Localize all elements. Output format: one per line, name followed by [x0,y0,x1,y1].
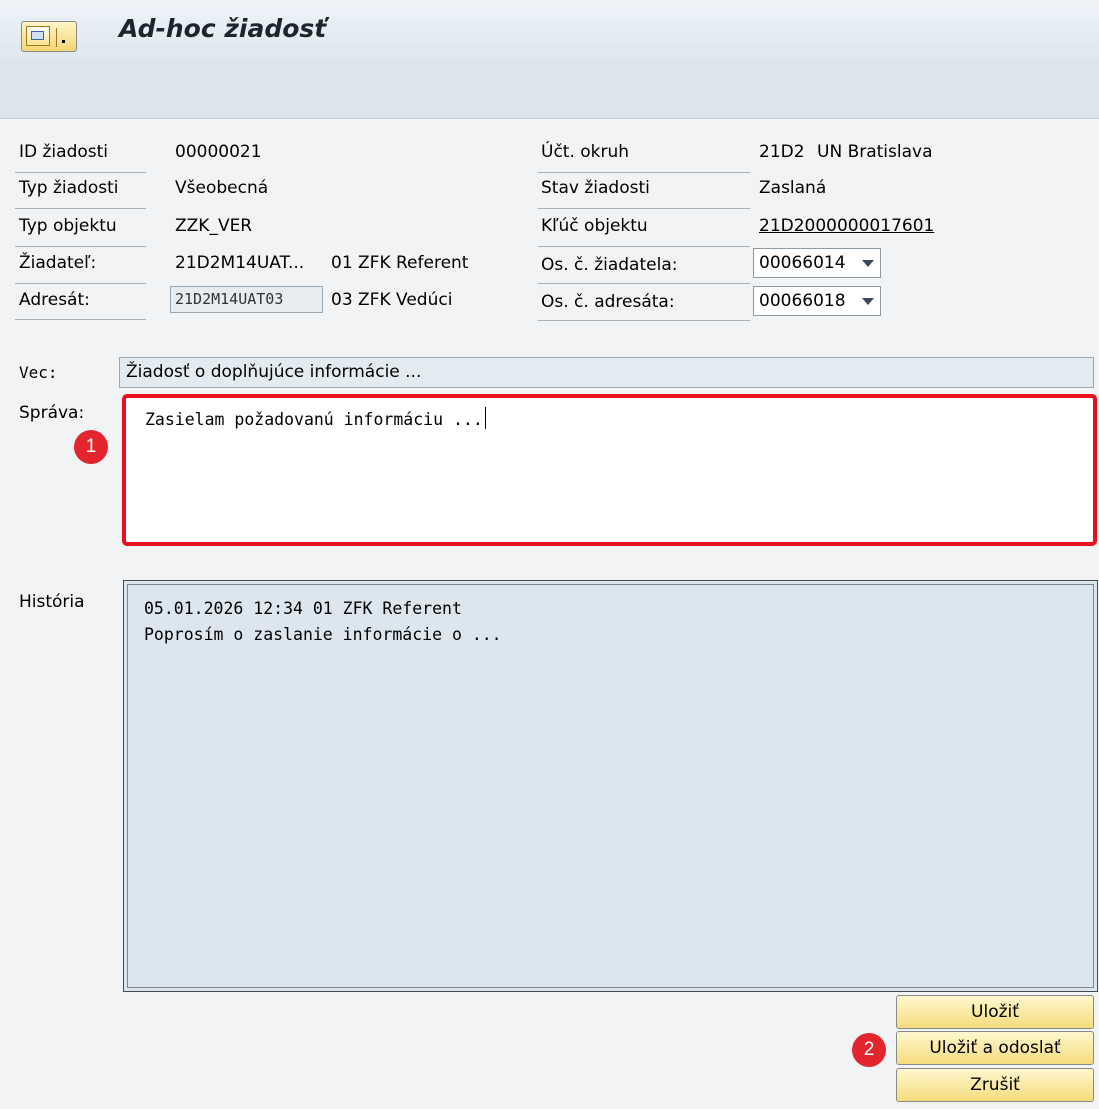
request-type-value: Všeobecná [175,178,269,198]
account-area-code: 21D2 [759,142,805,162]
history-textarea[interactable]: 05.01.2026 12:34 01 ZFK Referent Poprosím… [123,580,1098,992]
object-key-label: Kľúč objektu [541,216,648,236]
requester-id: 21D2M14UAT... [175,253,305,273]
save-button[interactable]: Uložiť [896,995,1094,1029]
requester-number-dropdown[interactable]: 00066014 [753,248,881,278]
divider [15,172,146,173]
divider [538,283,750,284]
subject-label: Vec: [19,363,58,382]
message-label: Správa: [19,403,85,423]
divider [538,246,750,247]
account-area-label: Účt. okruh [541,142,630,162]
addressee-number-label: Os. č. adresáta: [541,292,675,312]
requester-number-value: 00066014 [759,253,846,273]
requester-role: 01 ZFK Referent [331,253,469,273]
history-frame: 05.01.2026 12:34 01 ZFK Referent Poprosím… [127,584,1094,988]
object-key-link[interactable]: 21D2000000017601 [759,216,934,236]
divider [15,208,146,209]
addressee-number-dropdown[interactable]: 00066018 [753,286,881,316]
divider [15,283,146,284]
requester-number-label: Os. č. žiadatela: [541,255,678,275]
page-title: Ad-hoc žiadosť [119,14,327,43]
history-label: História [19,592,85,612]
object-type-label: Typ objektu [19,216,117,236]
divider [538,208,750,209]
cancel-button[interactable]: Zrušiť [896,1068,1094,1102]
request-id-value: 00000021 [175,142,262,162]
addressee-number-value: 00066018 [759,291,846,311]
divider [15,246,146,247]
object-type-value: ZZK_VER [175,216,253,236]
history-line: 05.01.2026 12:34 01 ZFK Referent [144,599,462,618]
request-id-label: ID žiadosti [19,142,109,162]
history-line: Poprosím o zaslanie informácie o ... [144,625,502,644]
message-textarea[interactable]: Zasielam požadovanú informáciu ... [122,394,1097,546]
request-status-label: Stav žiadosti [541,178,650,198]
divider [538,320,750,321]
request-type-label: Typ žiadosti [19,178,119,198]
sap-menu-icon [26,26,50,46]
addressee-role: 03 ZFK Vedúci [331,290,453,310]
requester-label: Žiadateľ: [19,253,97,273]
chevron-down-icon [862,298,874,305]
application-toolbar [0,60,1099,119]
menu-dropdown-icon [56,28,72,47]
menu-button[interactable] [21,21,77,52]
chevron-down-icon [862,260,874,267]
save-and-send-button[interactable]: Uložiť a odoslať [896,1031,1094,1065]
title-bar: Ad-hoc žiadosť [0,0,1099,60]
subject-field: Žiadosť o doplňujúce informácie ... [119,357,1094,388]
text-cursor [484,407,486,429]
request-status-value: Zaslaná [759,178,827,198]
annotation-badge-1: 1 [74,430,108,464]
addressee-label: Adresát: [19,290,90,310]
divider [538,172,750,173]
annotation-badge-2: 2 [852,1033,886,1067]
divider [15,319,146,320]
message-text: Zasielam požadovanú informáciu ... [145,410,483,429]
addressee-id-field: 21D2M14UAT03 [170,286,323,313]
account-area-name: UN Bratislava [817,142,933,162]
